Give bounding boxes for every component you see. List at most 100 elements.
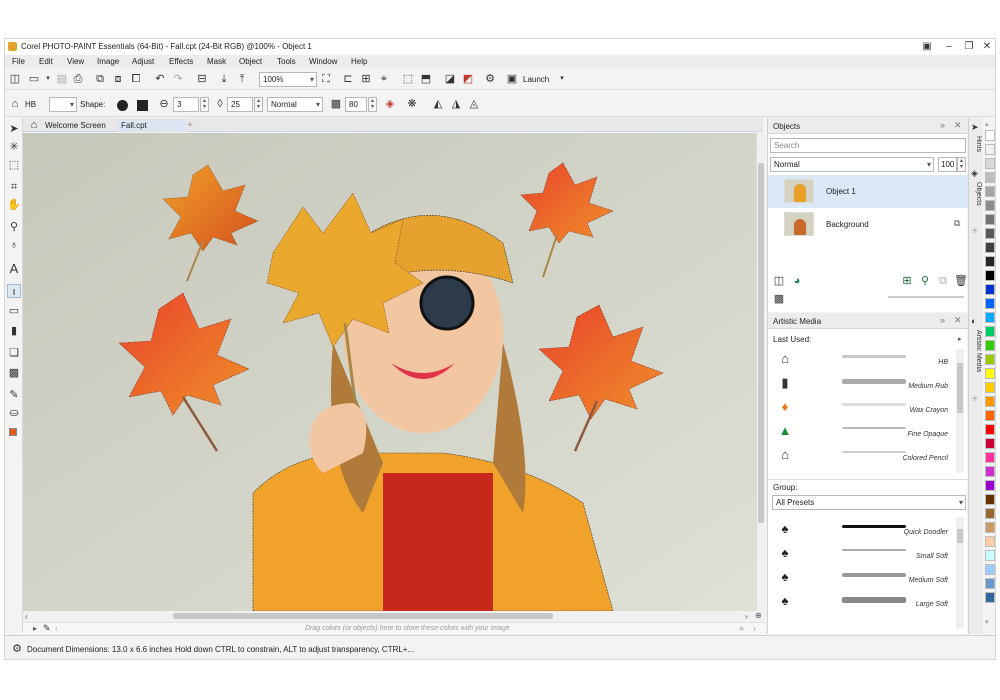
palette-swatch[interactable]: [985, 186, 995, 197]
zoom-level-dropdown[interactable]: 100%: [259, 72, 317, 87]
add-docker-2-icon[interactable]: +: [972, 394, 978, 405]
chevron-down-icon[interactable]: ▾: [41, 72, 55, 86]
launch-button[interactable]: Launch: [523, 75, 549, 84]
tab-artistic-media[interactable]: Artistic Media: [970, 330, 982, 372]
fill-color-swatch[interactable]: [9, 428, 17, 436]
undo-icon[interactable]: ↶: [153, 72, 167, 86]
tab-welcome-screen[interactable]: Welcome Screen: [27, 119, 113, 132]
fill-bucket-icon[interactable]: ⛀: [7, 406, 21, 420]
palette-swatch[interactable]: [985, 564, 995, 575]
presets-scroll-thumb[interactable]: [957, 529, 963, 543]
artistic-media-expand-icon[interactable]: »: [940, 315, 945, 325]
print-icon[interactable]: ⎙: [71, 72, 85, 86]
palette-swatch[interactable]: [985, 158, 995, 169]
palette-swatch[interactable]: [985, 466, 995, 477]
import-icon[interactable]: ⧉: [93, 72, 107, 86]
objects-panel-close-icon[interactable]: ✕: [954, 120, 962, 131]
palette-swatch[interactable]: [985, 424, 995, 435]
color-eyedropper-icon[interactable]: ✎: [7, 388, 21, 402]
menu-adjust[interactable]: Adjust: [132, 57, 154, 66]
palette-swatch[interactable]: [985, 228, 995, 239]
palette-scroll-up-icon[interactable]: ▴: [985, 120, 989, 128]
palette-swatch[interactable]: [985, 340, 995, 351]
preset-quick-doodler[interactable]: ♠ Quick Doodler: [768, 517, 954, 541]
objects-layers-icon[interactable]: ◈: [971, 168, 978, 179]
palette-swatch[interactable]: [985, 396, 995, 407]
red-eye-tool-icon[interactable]: ⚲: [7, 220, 21, 234]
object-properties-icon[interactable]: ⚲: [918, 274, 932, 288]
palette-swatch[interactable]: [985, 242, 995, 253]
menu-window[interactable]: Window: [309, 57, 337, 66]
duplicate-object-icon[interactable]: ⧉: [936, 274, 950, 288]
color-eyedropper-well-icon[interactable]: ✎: [43, 623, 51, 634]
group-dropdown[interactable]: All Presets: [772, 495, 966, 510]
palette-swatch[interactable]: [985, 536, 995, 547]
tab-objects[interactable]: Objects: [970, 182, 982, 206]
brush-settings-icon[interactable]: ❋: [405, 97, 419, 111]
transparency-spinner[interactable]: ▴ ▾: [254, 97, 263, 112]
objects-search-input[interactable]: Search: [770, 138, 966, 153]
last-used-fine-opaque[interactable]: ▲ Fine Opaque: [768, 419, 954, 443]
merge-mode-dropdown[interactable]: Normal: [267, 97, 323, 112]
stroke-option-3-icon[interactable]: ◬: [467, 97, 481, 111]
objects-size-slider[interactable]: [888, 296, 964, 298]
palette-swatch[interactable]: [985, 200, 995, 211]
minimize-button[interactable]: –: [939, 40, 959, 54]
import-down-icon[interactable]: ⤓: [217, 72, 231, 86]
copy-icon[interactable]: ⧠: [129, 72, 143, 86]
paint-brush-icon[interactable]: ı: [7, 284, 21, 298]
stroke-option-2-icon[interactable]: ◮: [449, 97, 463, 111]
clone-tool-icon[interactable]: ❏: [7, 346, 21, 360]
objects-panel-expand-icon[interactable]: »: [940, 120, 945, 130]
magic-wand-icon[interactable]: ✳: [7, 140, 21, 154]
square-shape-icon[interactable]: [137, 100, 148, 111]
rulers-icon[interactable]: ⊏: [341, 72, 355, 86]
background-lock-icon[interactable]: ⧉: [954, 218, 960, 229]
round-shape-icon[interactable]: [117, 100, 128, 111]
align-icon[interactable]: ⊟: [195, 72, 209, 86]
canvas-horizontal-scrollbar[interactable]: ‹ › ⊕: [23, 611, 765, 622]
close-button[interactable]: ✕: [977, 40, 995, 54]
status-settings-icon[interactable]: ⚙: [10, 642, 24, 656]
menu-file[interactable]: File: [12, 57, 25, 66]
menu-tools[interactable]: Tools: [277, 57, 296, 66]
rectangle-tool-icon[interactable]: ▭: [7, 304, 21, 318]
menu-image[interactable]: Image: [97, 57, 119, 66]
tab-fall-cpt[interactable]: Fall.cpt: [117, 119, 187, 132]
palette-scroll-down-icon[interactable]: ▾: [985, 618, 989, 626]
new-lens-icon[interactable]: ◕: [790, 274, 804, 288]
zoom-navigator-icon[interactable]: ⊕: [755, 611, 762, 620]
menu-help[interactable]: Help: [351, 57, 367, 66]
objects-opacity-spinner[interactable]: ▴ ▾: [957, 157, 966, 172]
tab-hints[interactable]: Hints: [970, 136, 982, 152]
palette-swatch[interactable]: [985, 144, 995, 155]
palette-swatch[interactable]: [985, 172, 995, 183]
palette-swatch[interactable]: [985, 550, 995, 561]
palette-swatch[interactable]: [985, 256, 995, 267]
pick-tool-icon[interactable]: ➤: [7, 122, 21, 136]
add-docker-icon[interactable]: +: [972, 226, 978, 237]
palette-swatch[interactable]: [985, 326, 995, 337]
palette-swatch[interactable]: [985, 214, 995, 225]
palette-swatch[interactable]: [985, 438, 995, 449]
vertical-scroll-thumb[interactable]: [758, 163, 764, 523]
color-well-prev-icon[interactable]: ‹: [55, 624, 58, 633]
crop-tool-icon[interactable]: ⌗: [7, 180, 21, 194]
palette-swatch[interactable]: [985, 452, 995, 463]
scroll-right-icon[interactable]: ›: [745, 612, 748, 621]
paint-tool-house-icon[interactable]: ⌂: [8, 97, 22, 111]
nib-size-spinner[interactable]: ▴ ▾: [200, 97, 209, 112]
combine-objects-icon[interactable]: ⊞: [900, 274, 914, 288]
palette-swatch[interactable]: [985, 508, 995, 519]
menu-mask[interactable]: Mask: [207, 57, 226, 66]
objects-merge-mode-dropdown[interactable]: Normal: [770, 157, 934, 172]
opacity-input[interactable]: 80: [345, 97, 367, 112]
add-tab-icon[interactable]: +: [183, 118, 197, 132]
text-tool-icon[interactable]: A: [7, 262, 21, 276]
window-help-icon[interactable]: ▣: [917, 40, 937, 54]
presets-scrollbar[interactable]: [956, 517, 964, 629]
snap-icon[interactable]: ⌖: [377, 72, 391, 86]
palette-swatch[interactable]: [985, 312, 995, 323]
new-document-icon[interactable]: ◫: [8, 72, 22, 86]
preset-medium-soft[interactable]: ♠ Medium Soft: [768, 565, 954, 589]
